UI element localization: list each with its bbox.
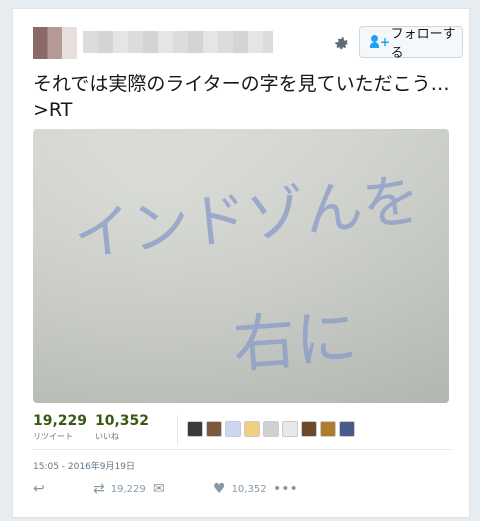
more-button[interactable]: ••• [273, 481, 298, 497]
liker-avatar[interactable] [339, 421, 355, 437]
heart-icon: ♥ [213, 481, 226, 497]
tweet-card: + フォローする それでは実際のライターの字を見ていただこう… >RT インドゾ… [12, 8, 470, 518]
handwriting-line2: 右に [231, 300, 360, 381]
tweet-text: それでは実際のライターの字を見ていただこう… >RT [33, 73, 469, 121]
like-count: 10,352 [231, 483, 267, 495]
divider [33, 449, 451, 450]
follow-person-icon: + [370, 35, 390, 49]
user-name-blurred[interactable] [83, 31, 273, 53]
stats-divider [177, 415, 178, 445]
follow-button[interactable]: + フォローする [359, 26, 463, 61]
tweet-actions: ↩ ⇄ 19,229 ✉ ♥ 10,352 ••• [33, 481, 451, 501]
liker-avatar[interactable] [206, 421, 222, 437]
gear-icon-svg [335, 37, 349, 50]
reply-icon: ↩ [33, 481, 45, 497]
liker-avatar[interactable] [225, 421, 241, 437]
likes-count: 10,352 [95, 413, 150, 429]
retweet-button[interactable]: ⇄ 19,229 [93, 481, 146, 497]
liker-avatar[interactable] [282, 421, 298, 437]
liker-avatar[interactable] [244, 421, 260, 437]
liker-avatar[interactable] [320, 421, 336, 437]
reply-button[interactable]: ↩ [33, 481, 45, 497]
retweets-stat[interactable]: 19,229 リツイート [33, 413, 87, 442]
dm-button[interactable]: ✉ [153, 481, 165, 497]
handwriting-line1: インドゾんを [70, 166, 423, 270]
liker-avatar[interactable] [263, 421, 279, 437]
liker-avatar[interactable] [187, 421, 203, 437]
retweets-label: リツイート [33, 432, 73, 441]
retweets-count: 19,229 [33, 413, 88, 429]
more-icon: ••• [273, 481, 298, 497]
likes-stat[interactable]: 10,352 いいね [95, 413, 149, 442]
dm-icon: ✉ [153, 481, 165, 497]
follow-button-label: フォローする [390, 27, 456, 61]
liker-avatars [187, 421, 355, 437]
like-button[interactable]: ♥ 10,352 [213, 481, 267, 497]
retweet-count: 19,229 [110, 483, 146, 495]
retweet-icon: ⇄ [93, 481, 105, 497]
liker-avatar[interactable] [301, 421, 317, 437]
handwriting-image: インドゾんを 右に [70, 166, 423, 382]
timestamp[interactable]: 15:05 - 2016年9月19日 [33, 459, 135, 472]
tweet-stats: 19,229 リツイート 10,352 いいね [33, 413, 451, 449]
gear-icon[interactable] [331, 33, 353, 55]
likes-label: いいね [95, 432, 119, 441]
tweet-photo[interactable]: インドゾんを 右に [33, 129, 449, 403]
avatar[interactable] [33, 27, 77, 59]
